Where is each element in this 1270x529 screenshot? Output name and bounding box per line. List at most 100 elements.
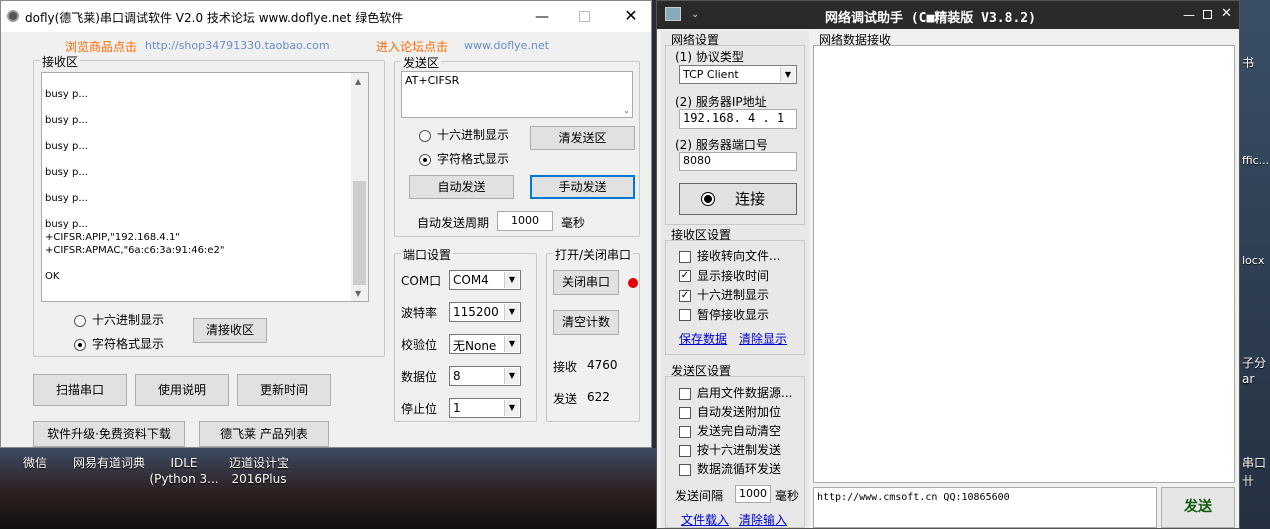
- chevron-down-icon[interactable]: ▼: [504, 272, 519, 288]
- chevron-down-icon[interactable]: ▼: [780, 67, 795, 82]
- checkbox-icon[interactable]: [679, 309, 691, 321]
- send-char-radio[interactable]: 字符格式显示: [419, 150, 509, 167]
- product-list-button[interactable]: 德飞莱 产品列表: [199, 421, 329, 447]
- checkbox-icon[interactable]: ✓: [679, 270, 691, 282]
- databits-select[interactable]: 8 ▼: [449, 366, 521, 386]
- radio-icon[interactable]: [74, 314, 86, 327]
- recv-hex-radio[interactable]: 十六进制显示: [74, 311, 164, 328]
- protocol-select[interactable]: TCP Client ▼: [679, 65, 797, 84]
- shop-link-url[interactable]: http://shop34791330.taobao.com: [145, 39, 330, 52]
- connection-status-icon: [702, 193, 714, 205]
- manual-send-button[interactable]: 手动发送: [530, 175, 635, 199]
- radio-label: 字符格式显示: [92, 337, 165, 351]
- parity-select[interactable]: 无None ▼: [449, 334, 521, 354]
- desktop-icon-wechat[interactable]: 微信: [10, 455, 60, 471]
- desktop-text: ffic...: [1242, 154, 1270, 167]
- net-send-button[interactable]: 发送: [1161, 487, 1235, 528]
- checkbox-icon[interactable]: [679, 425, 691, 438]
- send-hex-radio[interactable]: 十六进制显示: [419, 126, 509, 143]
- scan-port-button[interactable]: 扫描串口: [33, 374, 127, 406]
- chevron-down-icon[interactable]: ⌄: [691, 9, 699, 20]
- interval-input[interactable]: 1000: [735, 485, 771, 503]
- send-textarea[interactable]: AT+CIFSR ⌄: [401, 71, 633, 118]
- send-setting-option-label: 按十六进制发送: [697, 443, 782, 457]
- dofly-window: dofly(德飞莱)串口调试软件 V2.0 技术论坛 www.doflye.ne…: [0, 0, 652, 448]
- recv-setting-option[interactable]: 暂停接收显示: [679, 306, 769, 323]
- baud-value: 115200: [453, 305, 499, 319]
- close-port-button[interactable]: 关闭串口: [553, 270, 619, 295]
- chevron-down-icon[interactable]: ▼: [504, 400, 519, 416]
- clear-count-button[interactable]: 清空计数: [553, 310, 619, 335]
- checkbox-icon[interactable]: [679, 406, 691, 419]
- com-select[interactable]: COM4 ▼: [449, 270, 521, 290]
- checkbox-icon[interactable]: [679, 444, 691, 457]
- checkbox-icon[interactable]: [679, 250, 691, 263]
- radio-icon[interactable]: [74, 338, 86, 351]
- recv-char-radio[interactable]: 字符格式显示: [74, 335, 164, 352]
- scroll-thumb[interactable]: [353, 181, 366, 285]
- period-input[interactable]: 1000: [497, 211, 553, 231]
- upgrade-download-button[interactable]: 软件升级·免费资料下载: [33, 421, 185, 447]
- desktop-text: locx: [1242, 254, 1265, 267]
- send-text: AT+CIFSR: [405, 74, 460, 87]
- interval-ms-label: 毫秒: [775, 489, 800, 503]
- send-setting-option[interactable]: 自动发送附加位: [679, 403, 781, 420]
- clear-display-link[interactable]: 清除显示: [739, 330, 787, 347]
- app-icon[interactable]: [665, 7, 681, 21]
- chevron-down-icon[interactable]: ▼: [504, 368, 519, 384]
- radio-icon[interactable]: [419, 153, 431, 166]
- ip-value: 192.168. 4 . 1: [683, 111, 785, 125]
- clear-input-link[interactable]: 清除输入: [739, 511, 787, 528]
- auto-send-button[interactable]: 自动发送: [409, 175, 514, 199]
- desktop-icon-design[interactable]: 迈道设计宝 2016Plus: [224, 455, 294, 487]
- clear-recv-button[interactable]: 清接收区: [193, 318, 267, 343]
- forum-link-url[interactable]: www.doflye.net: [464, 39, 549, 52]
- send-setting-option[interactable]: 启用文件数据源...: [679, 384, 792, 401]
- net-recv-area[interactable]: [813, 45, 1235, 483]
- connect-button[interactable]: 连接: [679, 183, 797, 215]
- ip-input[interactable]: 192.168. 4 . 1: [679, 109, 797, 129]
- save-data-link[interactable]: 保存数据: [679, 330, 727, 347]
- scroll-down-icon[interactable]: ▼: [355, 289, 361, 298]
- chevron-down-icon[interactable]: ▼: [504, 336, 519, 352]
- recv-setting-option[interactable]: 接收转向文件...: [679, 247, 780, 264]
- chevron-down-icon[interactable]: ⌄: [623, 106, 630, 115]
- desktop-icon-youdao[interactable]: 网易有道词典: [72, 455, 146, 471]
- checkbox-icon[interactable]: ✓: [679, 289, 691, 302]
- send-setting-option[interactable]: 发送完自动清空: [679, 422, 781, 439]
- send-input-text: http://www.cmsoft.cn QQ:10865600: [817, 492, 1010, 503]
- recv-line: [45, 179, 350, 192]
- radio-icon[interactable]: [419, 129, 431, 142]
- app-icon: [7, 10, 19, 22]
- recv-setting-option[interactable]: ✓ 显示接收时间: [679, 267, 769, 284]
- recv-textarea[interactable]: busy p... busy p... busy p... busy p... busy…: [41, 72, 369, 302]
- stopbits-label: 停止位: [401, 402, 438, 416]
- port-input[interactable]: 8080: [679, 152, 797, 171]
- clear-send-button[interactable]: 清发送区: [530, 126, 635, 150]
- load-file-link[interactable]: 文件载入: [681, 511, 729, 528]
- desktop-icon-idle[interactable]: IDLE (Python 3...: [148, 455, 220, 487]
- minimize-icon[interactable]: —: [1183, 8, 1195, 22]
- close-icon[interactable]: ✕: [1221, 6, 1232, 21]
- update-time-button[interactable]: 更新时间: [237, 374, 331, 406]
- chevron-down-icon[interactable]: ▼: [504, 304, 519, 320]
- minimize-icon[interactable]: —: [535, 9, 549, 25]
- checkbox-icon[interactable]: [679, 387, 691, 400]
- databits-label: 数据位: [401, 370, 438, 384]
- send-count-label: 发送: [553, 392, 578, 406]
- maximize-icon[interactable]: [1203, 10, 1212, 19]
- help-button[interactable]: 使用说明: [135, 374, 229, 406]
- maximize-icon[interactable]: [579, 11, 590, 22]
- stopbits-select[interactable]: 1 ▼: [449, 398, 521, 418]
- recv-scrollbar[interactable]: ▲ ▼: [351, 73, 368, 301]
- scroll-up-icon[interactable]: ▲: [355, 77, 361, 86]
- baud-select[interactable]: 115200 ▼: [449, 302, 521, 322]
- send-setting-option[interactable]: 数据流循环发送: [679, 460, 781, 477]
- checkbox-icon[interactable]: [679, 463, 691, 476]
- com-label: COM口: [401, 274, 442, 288]
- forum-link-label[interactable]: 进入论坛点击: [376, 38, 448, 55]
- send-setting-option[interactable]: 按十六进制发送: [679, 441, 781, 458]
- net-send-input[interactable]: http://www.cmsoft.cn QQ:10865600: [813, 487, 1157, 528]
- recv-setting-option[interactable]: ✓ 十六进制显示: [679, 286, 769, 303]
- close-icon[interactable]: ✕: [623, 6, 639, 25]
